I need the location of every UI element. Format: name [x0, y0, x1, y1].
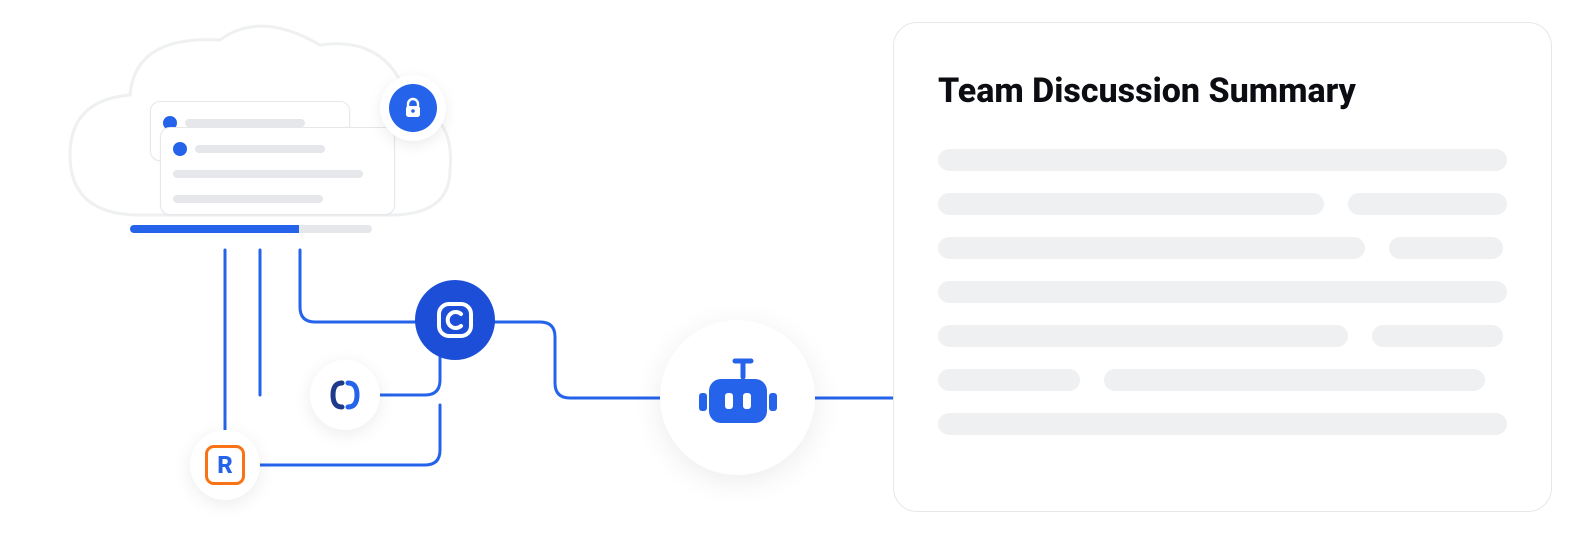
progress-bar [130, 225, 372, 233]
placeholder-bar [938, 281, 1507, 303]
cloud-source [50, 15, 460, 275]
placeholder-row [938, 325, 1507, 347]
lock-icon [401, 96, 425, 120]
summary-placeholder-rows [938, 149, 1507, 435]
chat-card [160, 127, 395, 215]
summary-card: Team Discussion Summary [893, 22, 1552, 512]
lock-badge [380, 75, 446, 141]
placeholder-row [938, 149, 1507, 171]
placeholder-bar [1372, 325, 1503, 347]
placeholder-bar [938, 237, 1365, 259]
placeholder-bar [1104, 369, 1485, 391]
placeholder-bar [1348, 193, 1507, 215]
placeholder-bar [938, 149, 1507, 171]
placeholder-row [938, 369, 1507, 391]
placeholder-row [938, 413, 1507, 435]
placeholder-bar [938, 325, 1348, 347]
app-node-json [310, 360, 380, 430]
r-app-icon: R [205, 445, 245, 485]
placeholder-row [938, 237, 1507, 259]
summary-title: Team Discussion Summary [938, 71, 1507, 111]
bot-icon [693, 353, 783, 443]
placeholder-bar [938, 413, 1507, 435]
placeholder-bar [938, 193, 1324, 215]
json-app-icon [327, 377, 363, 413]
app-node-c [415, 280, 495, 360]
r-app-label: R [217, 451, 233, 479]
placeholder-row [938, 281, 1507, 303]
c-app-icon [433, 298, 477, 342]
app-node-r: R [190, 430, 260, 500]
placeholder-bar [1389, 237, 1503, 259]
placeholder-bar [938, 369, 1080, 391]
placeholder-row [938, 193, 1507, 215]
ai-bot-node [660, 320, 815, 475]
